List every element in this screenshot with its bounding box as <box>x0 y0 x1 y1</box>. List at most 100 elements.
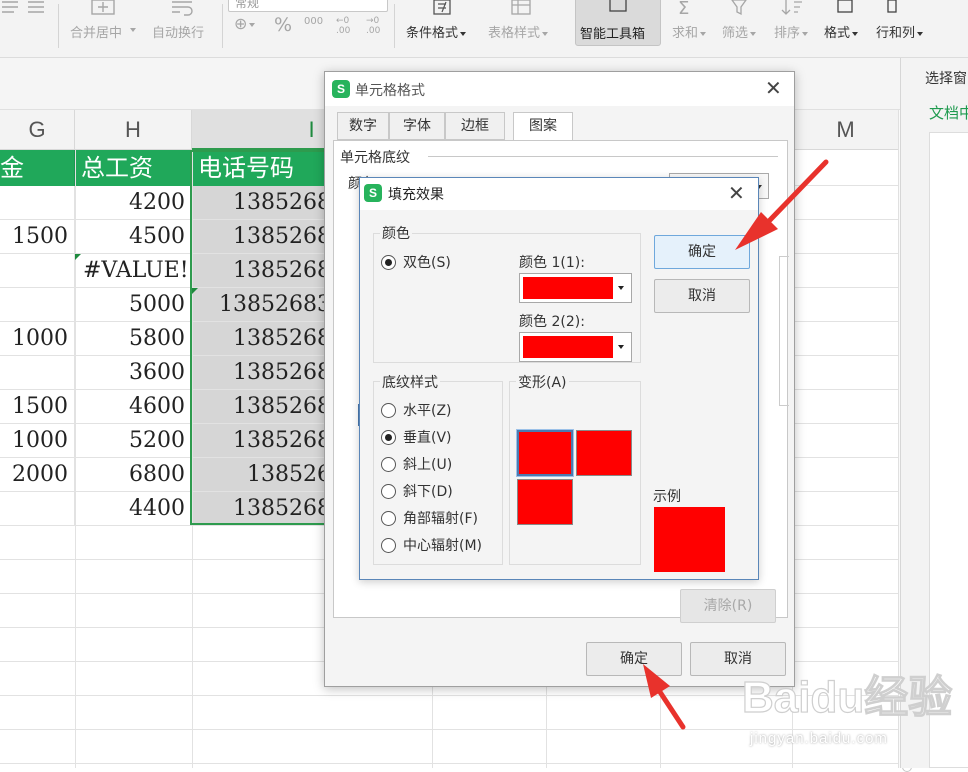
grid-line <box>192 150 193 768</box>
tab-font[interactable]: 字体 <box>389 112 445 140</box>
format-cells-title: 单元格格式 <box>355 83 425 99</box>
cell-h[interactable]: #VALUE! <box>75 254 192 288</box>
preview-box-edge <box>779 256 789 406</box>
cell-g[interactable]: 1000 <box>0 322 75 356</box>
tab-border[interactable]: 边框 <box>445 112 505 140</box>
cell-i[interactable]: 138526 <box>192 458 332 492</box>
cell-i[interactable]: 13852683 <box>192 288 332 322</box>
color2-dropdown[interactable] <box>519 332 632 362</box>
cell-g[interactable] <box>0 288 75 322</box>
cell-h[interactable]: 6800 <box>75 458 192 492</box>
close-icon[interactable]: ✕ <box>765 78 782 98</box>
format-cells-titlebar[interactable]: S 单元格格式 ✕ <box>325 72 794 106</box>
fill-effects-titlebar[interactable]: S 填充效果 ✕ <box>360 178 758 210</box>
fill-cancel-button[interactable]: 取消 <box>654 279 750 313</box>
increase-decimal-button[interactable]: ←0 .00 <box>336 16 356 36</box>
cell-i[interactable]: 1385268 <box>192 492 332 526</box>
cell-g[interactable] <box>0 356 75 390</box>
column-header-h[interactable]: H <box>75 110 192 150</box>
shading-style-label: 中心辐射(M) <box>403 538 483 554</box>
cell-g[interactable]: 1500 <box>0 390 75 424</box>
header-cell-phone[interactable]: 电话号码 <box>192 150 332 186</box>
error-indicator-icon <box>75 254 81 260</box>
ok-button[interactable]: 确定 <box>586 642 682 676</box>
currency-icon[interactable]: ⊕ <box>234 14 256 33</box>
cell-h[interactable]: 4200 <box>75 186 192 220</box>
cell-h[interactable]: 5000 <box>75 288 192 322</box>
cell-i[interactable]: 1385268 <box>192 356 332 390</box>
close-icon[interactable]: ✕ <box>728 183 745 203</box>
shading-style-label: 水平(Z) <box>403 403 452 419</box>
sort-icon <box>781 0 802 15</box>
variant-1[interactable] <box>516 429 574 477</box>
cell-i[interactable]: 1385268 <box>192 254 332 288</box>
cell-i[interactable]: 1385268 <box>192 186 332 220</box>
wps-logo-icon: S <box>332 80 350 98</box>
number-format-value: 常规 <box>235 0 260 10</box>
percent-button[interactable]: % <box>274 14 292 36</box>
colors-group-title: 颜色 <box>380 223 412 243</box>
shading-style-label: 垂直(V) <box>403 430 452 446</box>
cell-i[interactable]: 1385268 <box>192 390 332 424</box>
fill-effects-title: 填充效果 <box>388 187 444 203</box>
cell-i[interactable]: 1385268 <box>192 424 332 458</box>
row-col-icon <box>887 0 897 13</box>
row-col-label: 行和列 <box>876 22 924 41</box>
filter-label: 筛选 <box>722 22 757 41</box>
cell-g[interactable]: 2000 <box>0 458 75 492</box>
baidu-logo: Baidu经验 <box>741 672 952 722</box>
cell-g[interactable] <box>0 492 75 526</box>
radio-icon <box>381 511 396 526</box>
clear-button[interactable]: 清除(R) <box>680 589 776 623</box>
svg-text:Baidu经验: Baidu经验 <box>742 673 952 722</box>
cell-h[interactable]: 3600 <box>75 356 192 390</box>
ribbon-toolbar: 合并居中 自动换行 常规 ⊕ % 000 ←0 .00 →0 .00 条件格式 … <box>0 0 968 58</box>
baidu-jingyan-watermark: Baidu经验 jingyan.baidu.com <box>738 664 963 764</box>
variant-3[interactable] <box>517 479 573 525</box>
cell-g[interactable]: 1500 <box>0 220 75 254</box>
column-header-m[interactable]: M <box>792 110 900 150</box>
radio-icon <box>381 484 396 499</box>
number-format-select[interactable]: 常规 <box>228 0 388 12</box>
sort-label: 排序 <box>774 22 809 41</box>
decrease-decimal-button[interactable]: →0 .00 <box>366 16 386 36</box>
fill-ok-button[interactable]: 确定 <box>654 235 750 269</box>
grid-line <box>75 150 76 768</box>
error-indicator-icon <box>192 288 198 294</box>
radio-icon <box>381 430 396 445</box>
cell-g[interactable] <box>0 186 75 220</box>
cell-i[interactable]: 1385268 <box>192 322 332 356</box>
cell-g[interactable]: 1000 <box>0 424 75 458</box>
conditional-format-icon <box>433 0 451 15</box>
tab-number[interactable]: 数字 <box>337 112 389 140</box>
format-label: 格式 <box>824 22 859 41</box>
sample-preview <box>654 507 725 572</box>
variants-group-title: 变形(A) <box>516 372 569 392</box>
doc-objects-label[interactable]: 文档中 <box>929 102 968 123</box>
watermark-url: jingyan.baidu.com <box>750 730 888 747</box>
conditional-format-label: 条件格式 <box>406 22 467 41</box>
column-header-g[interactable]: G <box>0 110 75 150</box>
color1-dropdown[interactable] <box>519 273 632 303</box>
radio-icon <box>381 538 396 553</box>
header-cell-total-salary[interactable]: 总工资 <box>75 150 192 186</box>
shading-styles-title: 底纹样式 <box>380 372 440 392</box>
color2-label: 颜色 2(2): <box>519 314 585 330</box>
cell-h[interactable]: 4400 <box>75 492 192 526</box>
header-cell-bonus[interactable]: 金 <box>0 150 75 186</box>
thousands-button[interactable]: 000 <box>304 16 323 27</box>
cell-g[interactable] <box>0 254 75 288</box>
cell-h[interactable]: 5200 <box>75 424 192 458</box>
tab-pattern[interactable]: 图案 <box>513 112 573 141</box>
table-style-label: 表格样式 <box>488 22 549 41</box>
cell-h[interactable]: 5800 <box>75 322 192 356</box>
fill-effects-dialog: S 填充效果 ✕ 颜色 双色(S) 颜色 1(1): 颜色 2(2): 底纹样式… <box>359 177 759 580</box>
merge-center-label: 合并居中 <box>70 26 123 41</box>
cell-h[interactable]: 4500 <box>75 220 192 254</box>
cell-h[interactable]: 4600 <box>75 390 192 424</box>
variant-2[interactable] <box>576 430 632 476</box>
cell-i[interactable]: 1385268 <box>192 220 332 254</box>
smart-toolbox-button[interactable]: 智能工具箱 <box>575 0 661 46</box>
filter-icon <box>731 0 747 16</box>
radio-icon <box>381 457 396 472</box>
